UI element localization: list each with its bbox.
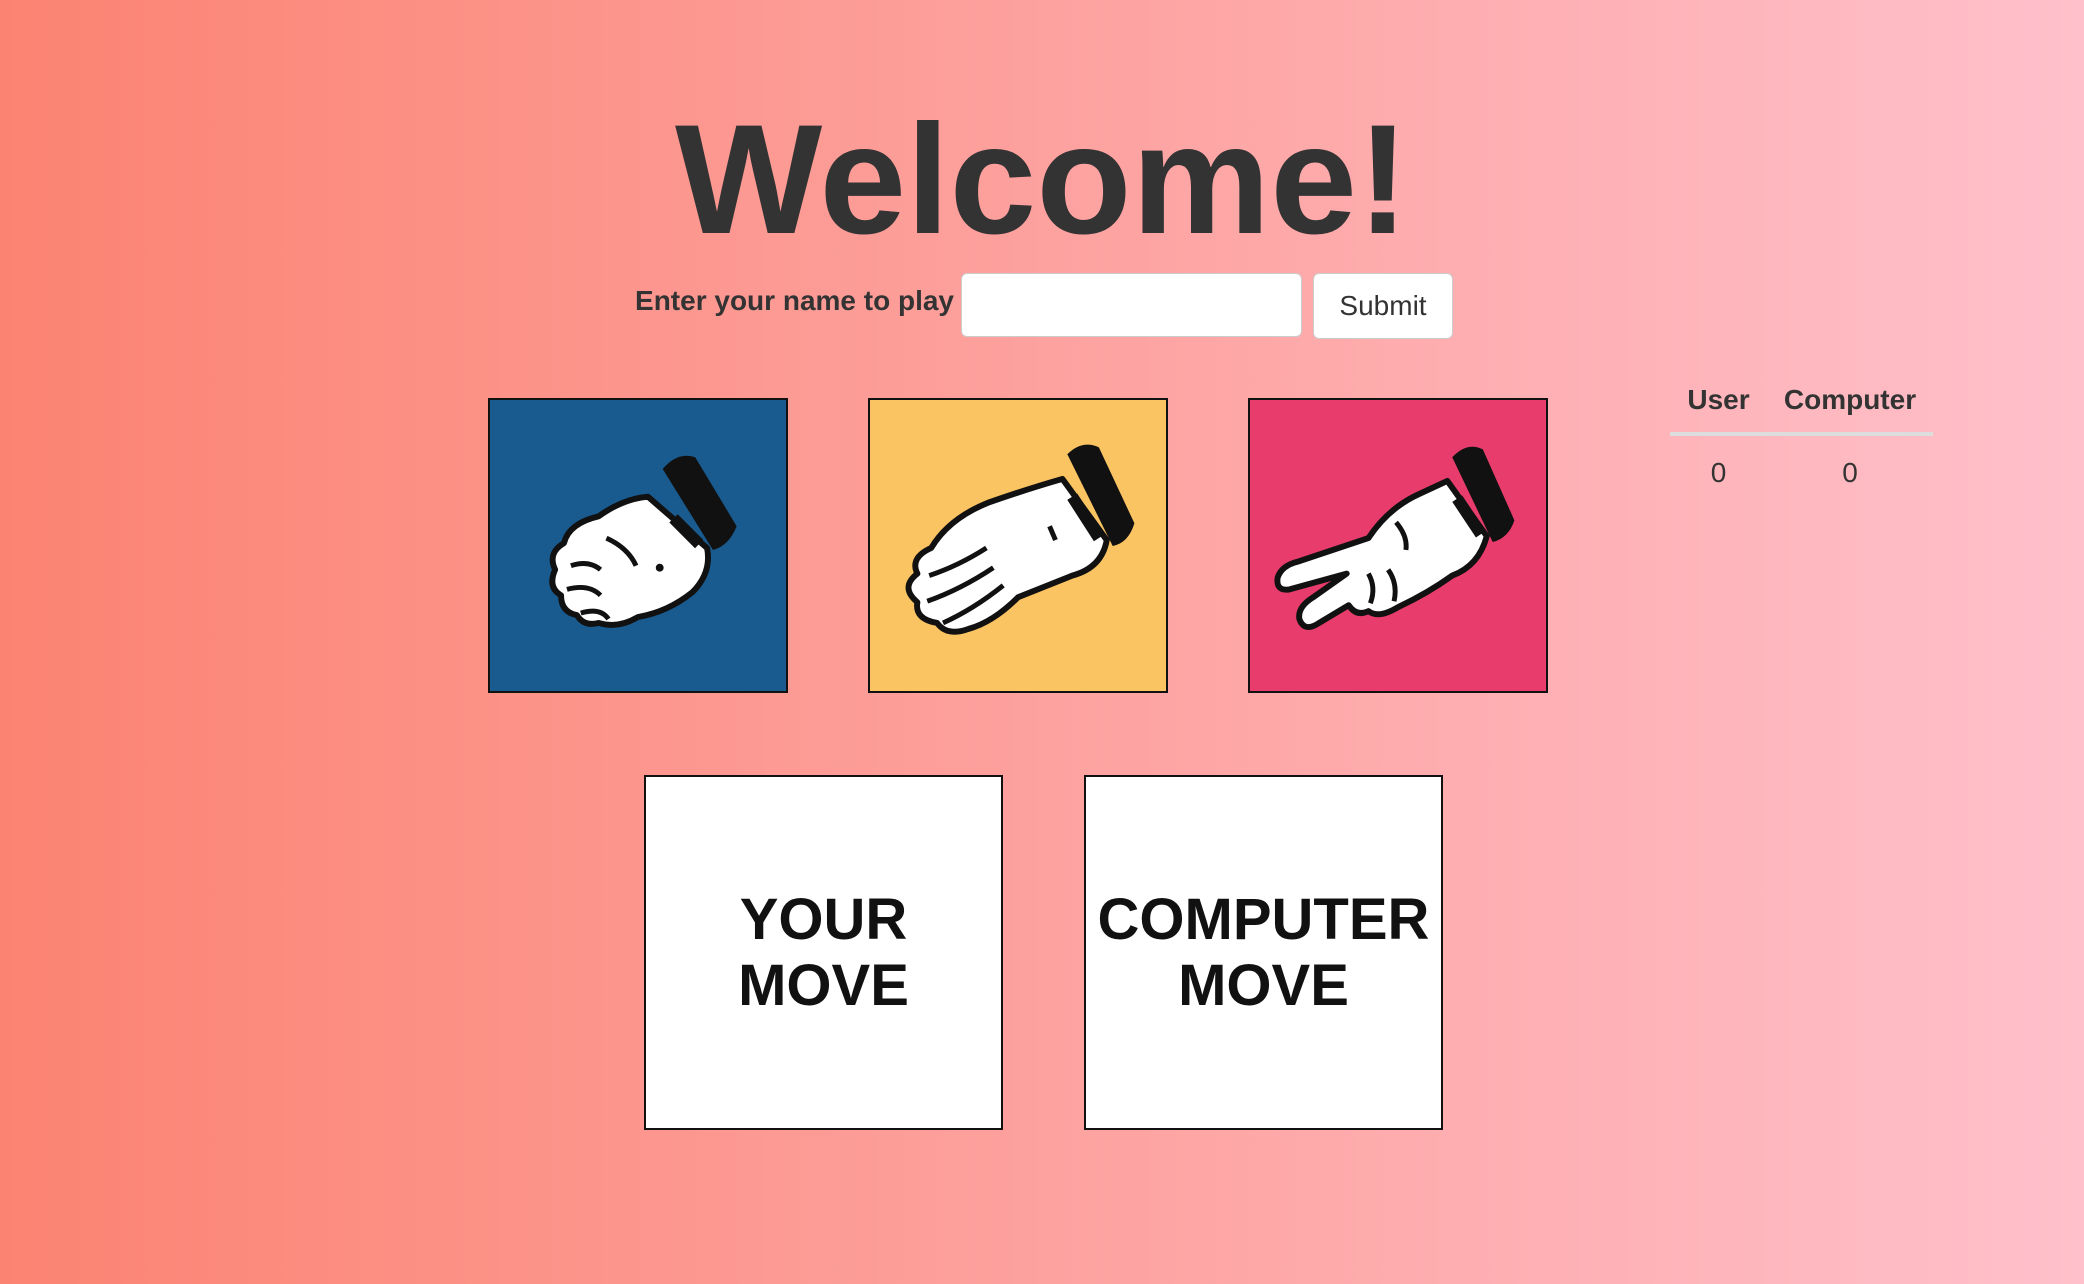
name-label: Enter your name to play <box>635 285 954 316</box>
computer-move-box: COMPUTER MOVE <box>1084 775 1443 1130</box>
scoreboard-row: 0 0 <box>1670 436 1933 510</box>
page-title: Welcome! <box>675 93 1409 267</box>
computer-move-line1: COMPUTER <box>1097 886 1430 952</box>
score-user-value: 0 <box>1710 457 1727 488</box>
scissors-choice-button[interactable] <box>1248 398 1548 693</box>
name-input[interactable] <box>961 273 1302 337</box>
scoreboard-header: User Computer <box>1670 368 1933 436</box>
score-header-computer: Computer <box>1783 384 1917 415</box>
scoreboard: User Computer 0 0 <box>1670 368 1933 510</box>
fist-hand-icon <box>490 400 786 691</box>
score-computer-value: 0 <box>1842 457 1858 488</box>
your-move-line1: YOUR <box>739 886 908 952</box>
computer-move-line2: MOVE <box>1178 952 1349 1018</box>
open-hand-icon <box>870 400 1166 691</box>
your-move-line2: MOVE <box>738 952 909 1018</box>
rock-choice-button[interactable] <box>488 398 788 693</box>
your-move-box: YOUR MOVE <box>644 775 1003 1130</box>
score-header-user: User <box>1687 384 1750 415</box>
two-fingers-hand-icon <box>1250 400 1546 691</box>
submit-button[interactable]: Submit <box>1313 273 1453 339</box>
paper-choice-button[interactable] <box>868 398 1168 693</box>
